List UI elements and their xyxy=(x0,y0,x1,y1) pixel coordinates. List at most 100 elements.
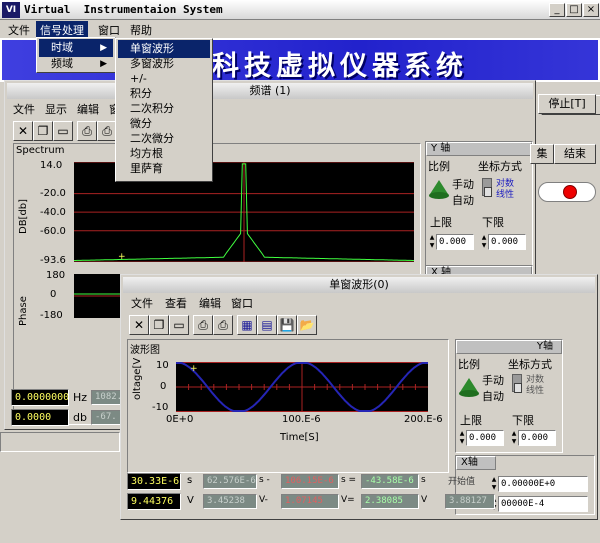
end-button[interactable]: 结束 xyxy=(554,144,596,164)
spectrum-menu-file[interactable]: 文件 xyxy=(9,100,39,118)
spectrum-db-readout: -67. xyxy=(91,410,121,425)
waveform-xtick: 100.E-6 xyxy=(282,414,321,425)
waveform-step-input[interactable]: 00000E-4 xyxy=(498,496,588,512)
waveform-menu-file[interactable]: 文件 xyxy=(127,294,157,312)
spectrum-coord-label: 坐标方式 xyxy=(478,160,522,173)
restore-icon[interactable]: ❐ xyxy=(33,121,53,141)
spectrum-freq-unit: Hz xyxy=(73,391,88,404)
print-preview-icon[interactable]: ⎙ xyxy=(213,315,233,335)
waveform-readout: 2.38085 xyxy=(361,494,419,509)
print-preview-icon[interactable]: ⎙ xyxy=(97,121,117,141)
save-icon[interactable]: 💾 xyxy=(277,315,297,335)
waveform-readout-unit: s xyxy=(421,475,426,485)
spectrum-cursor-marker[interactable]: + xyxy=(118,252,126,262)
waveform-upper-spinner[interactable]: ▲ ▼ xyxy=(458,430,466,446)
spectrum-ytick: -60.0 xyxy=(40,226,66,237)
menu-freq-domain[interactable]: 频域 ▶ xyxy=(39,55,113,73)
waveform-cursor-marker[interactable]: + xyxy=(190,364,198,374)
waveform-cursor-y-unit: V xyxy=(187,495,194,506)
status-led-icon xyxy=(563,185,577,199)
waveform-start-spinner[interactable]: ▲ ▼ xyxy=(490,476,498,492)
print-icon[interactable]: ⎙ xyxy=(193,315,213,335)
close-plot-icon[interactable]: ✕ xyxy=(13,121,33,141)
spectrum-linear-label: 线性 xyxy=(496,190,515,200)
spectrum-lower-input[interactable]: 0.000 xyxy=(488,234,526,250)
maximize-button[interactable]: □ xyxy=(566,3,582,17)
phase-tick: -180 xyxy=(40,310,63,321)
window-icon[interactable]: ▭ xyxy=(53,121,73,141)
spectrum-ylabel: DB[db] xyxy=(18,198,29,234)
waveform-x-axis-tab[interactable]: X轴 xyxy=(456,456,496,470)
spectrum-upper-input[interactable]: 0.000 xyxy=(436,234,474,250)
grid-view-icon[interactable]: ▦ xyxy=(237,315,257,335)
waveform-readout-op: V- xyxy=(259,495,268,505)
menu-help[interactable]: 帮助 xyxy=(126,21,156,39)
minimize-button[interactable]: _ xyxy=(549,3,565,17)
window-icon[interactable]: ▭ xyxy=(169,315,189,335)
submenu-lissajous[interactable]: 里萨育 xyxy=(118,160,210,178)
waveform-auto-label: 自动 xyxy=(482,390,504,403)
waveform-y-axis-tab[interactable]: Y轴 xyxy=(456,340,562,354)
waveform-readout: 3.45238 xyxy=(203,494,257,509)
banner-title: 科技虚拟仪器系统 xyxy=(212,51,468,82)
waveform-menu-edit[interactable]: 编辑 xyxy=(195,294,225,312)
main-titlebar[interactable]: VI Virtual Instrumentaion System _ □ × xyxy=(0,0,600,20)
waveform-plot-title: 波形图 xyxy=(130,345,160,356)
waveform-readout-unit: V xyxy=(421,495,428,505)
signal-processing-dropdown: 时域 ▶ 频域 ▶ xyxy=(36,37,116,73)
open-folder-icon[interactable]: 📂 xyxy=(297,315,317,335)
spectrum-scale-label: 比例 xyxy=(428,160,450,173)
spectrum-ytick: -93.6 xyxy=(40,255,66,266)
waveform-plot[interactable]: + xyxy=(176,362,428,412)
print-icon[interactable]: ⎙ xyxy=(77,121,97,141)
spectrum-upper-label: 上限 xyxy=(430,216,452,229)
waveform-lower-input[interactable]: 0.000 xyxy=(518,430,556,446)
waveform-readout: 106.15E-6 xyxy=(281,474,339,489)
multi-view-icon[interactable]: ▤ xyxy=(257,315,277,335)
waveform-manual-label: 手动 xyxy=(482,374,504,387)
status-indicator-panel xyxy=(538,182,596,202)
spectrum-coord-toggle[interactable] xyxy=(482,178,492,197)
waveform-menu-view[interactable]: 查看 xyxy=(161,294,191,312)
waveform-readout: 1.07145 xyxy=(281,494,339,509)
waveform-cursor-x[interactable]: 30.33E-6 xyxy=(127,473,181,490)
spectrum-ytick: -20.0 xyxy=(40,188,66,199)
waveform-lower-spinner[interactable]: ▲ ▼ xyxy=(510,430,518,446)
spectrum-freq-value[interactable]: 0.00000000 xyxy=(11,389,69,406)
close-plot-icon[interactable]: ✕ xyxy=(129,315,149,335)
waveform-xtick: 200.E-6 xyxy=(404,414,443,425)
close-button[interactable]: × xyxy=(583,3,599,17)
phase-tick: 180 xyxy=(46,270,66,281)
waveform-ylabel: oltage[V xyxy=(132,357,143,400)
waveform-ytick: 0 xyxy=(160,381,167,392)
spectrum-y-axis-tab[interactable]: Y 轴 xyxy=(426,142,532,156)
waveform-coord-toggle[interactable] xyxy=(512,374,522,393)
spectrum-freq-readout: 1082. xyxy=(91,390,121,405)
waveform-start-label: 开始值 xyxy=(448,477,476,487)
spectrum-lower-spinner[interactable]: ▲ ▼ xyxy=(480,234,488,250)
waveform-cursor-y[interactable]: 9.44376 xyxy=(127,493,181,510)
spectrum-menu-edit[interactable]: 编辑 xyxy=(73,100,103,118)
spectrum-lower-label: 下限 xyxy=(482,216,504,229)
waveform-readout: -43.58E-6 xyxy=(361,474,419,489)
waveform-lower-label: 下限 xyxy=(512,414,534,427)
stop-button[interactable]: 停止[T] xyxy=(538,94,596,114)
spectrum-db-value[interactable]: 0.0000 xyxy=(11,409,69,426)
waveform-window-title[interactable]: 单窗波形(0) xyxy=(123,277,595,293)
restore-icon[interactable]: ❐ xyxy=(149,315,169,335)
menu-file[interactable]: 文件 xyxy=(4,21,34,39)
spectrum-ytick: -40.0 xyxy=(40,207,66,218)
waveform-scale-label: 比例 xyxy=(458,358,480,371)
spectrum-auto-label: 自动 xyxy=(452,194,474,207)
waveform-xlabel: Time[S] xyxy=(280,432,319,443)
time-domain-submenu: 单窗波形 多窗波形 +/- 积分 二次积分 微分 二次微分 均方根 里萨育 xyxy=(115,38,213,182)
waveform-readout-op: s - xyxy=(259,475,270,485)
spectrum-manual-label: 手动 xyxy=(452,178,474,191)
waveform-menu-window[interactable]: 窗口 xyxy=(227,294,257,312)
collect-button[interactable]: 集 xyxy=(530,144,554,164)
waveform-start-input[interactable]: 0.00000E+0 xyxy=(498,476,588,492)
spectrum-upper-spinner[interactable]: ▲ ▼ xyxy=(428,234,436,250)
waveform-upper-input[interactable]: 0.000 xyxy=(466,430,504,446)
spectrum-menu-display[interactable]: 显示 xyxy=(41,100,71,118)
spectrum-window-title[interactable]: 频谱 (1) xyxy=(7,83,533,99)
